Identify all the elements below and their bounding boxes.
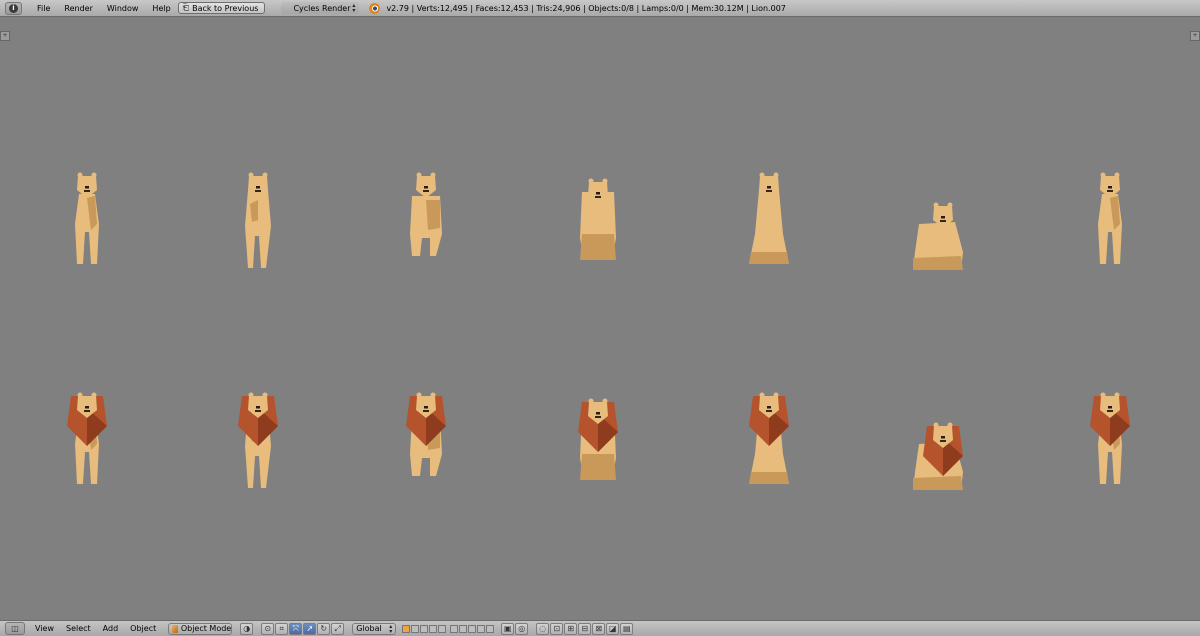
lion-figure-icon <box>406 392 446 476</box>
lioness-model-walking[interactable] <box>396 164 456 270</box>
lion-model-standing[interactable] <box>57 384 117 490</box>
lion-figure-icon <box>1090 392 1130 484</box>
layer-1-toggle[interactable] <box>402 624 411 633</box>
lion-figure-icon <box>1098 172 1122 264</box>
lion-model-crouching[interactable] <box>568 384 628 490</box>
transform-orientation-select[interactable]: Global ▴ ▾ <box>352 622 397 635</box>
layer-8-toggle[interactable] <box>468 624 477 633</box>
render-engine-value: Cycles Render <box>293 3 351 13</box>
info-icon: i <box>9 3 18 13</box>
lioness-model-standing[interactable] <box>57 164 117 270</box>
snap-align-icon[interactable]: ⊟ <box>578 622 592 635</box>
menu-render[interactable]: Render <box>57 4 99 13</box>
lioness-model-rearing[interactable] <box>228 164 288 270</box>
manipulator-toggle-icon[interactable]: ⤧ <box>289 622 303 635</box>
mode-value: Object Mode <box>180 624 232 633</box>
lion-figure-icon <box>75 172 99 264</box>
viewport-header: ◫ View Select Add Object Object Mode ◑ ⊙… <box>0 620 1200 636</box>
snap-toggle-icon[interactable]: ⊡ <box>550 622 564 635</box>
lion-figure-icon <box>749 172 789 264</box>
render-animation-icon[interactable]: ▤ <box>620 622 634 635</box>
lion-figure-icon <box>913 202 963 270</box>
snap-project-icon[interactable]: ⊠ <box>592 622 606 635</box>
translate-manipulator-icon[interactable]: ↗ <box>303 622 317 635</box>
updown-arrows-icon: ▴ ▾ <box>352 2 356 14</box>
layer-9-toggle[interactable] <box>477 624 486 633</box>
scene-stats: v2.79 | Verts:12,495 | Faces:12,453 | Tr… <box>386 3 786 13</box>
viewport-corner-widget-left[interactable]: + <box>0 31 10 41</box>
global-local-icon[interactable]: ◎ <box>515 622 529 635</box>
viewport-editor-type-button[interactable]: ◫ <box>5 622 25 635</box>
scale-manipulator-icon[interactable]: ⤢ <box>331 622 345 635</box>
layer-10-toggle[interactable] <box>486 624 495 633</box>
lion-figure-icon <box>67 392 107 484</box>
menu-help[interactable]: Help <box>145 4 177 13</box>
back-icon: ⎗ <box>182 3 190 12</box>
lion-figure-icon <box>913 422 963 490</box>
snap-target-icon[interactable]: ⊞ <box>564 622 578 635</box>
lion-model-lying[interactable] <box>907 394 967 500</box>
viewport-corner-widget-right[interactable]: + <box>1190 31 1200 41</box>
shading-mode-icon[interactable]: ◑ <box>240 622 254 635</box>
lion-figure-icon <box>578 398 618 480</box>
lion-figure-icon <box>749 392 789 484</box>
lion-model-standing[interactable] <box>1080 384 1140 490</box>
lioness-model-standing[interactable] <box>1080 164 1140 270</box>
lion-model-sitting[interactable] <box>739 384 799 490</box>
lion-model-rearing[interactable] <box>228 384 288 490</box>
menu-file[interactable]: File <box>30 4 57 13</box>
proportional-edit-icon[interactable]: ◌ <box>536 622 550 635</box>
lion-figure-icon <box>580 178 616 260</box>
view3d-icon: ◫ <box>11 624 19 633</box>
3d-viewport[interactable]: + + <box>0 17 1200 620</box>
lion-figure-icon <box>410 172 442 256</box>
info-header: i File Render Window Help ⎗ Back to Prev… <box>0 0 1200 17</box>
layer-6-toggle[interactable] <box>450 624 459 633</box>
layer-4-toggle[interactable] <box>429 624 438 633</box>
render-engine-select[interactable]: Cycles Render ▴ ▾ <box>281 2 360 14</box>
layer-3-toggle[interactable] <box>420 624 429 633</box>
lock-camera-icon[interactable]: ▣ <box>501 622 515 635</box>
lion-model-walking[interactable] <box>396 384 456 490</box>
layer-5-toggle[interactable] <box>438 624 447 633</box>
rotate-manipulator-icon[interactable]: ↻ <box>317 622 331 635</box>
menu-add[interactable]: Add <box>97 624 125 633</box>
layer-buttons[interactable] <box>402 624 495 633</box>
layer-2-toggle[interactable] <box>411 624 420 633</box>
updown-arrows-icon: ▴ ▾ <box>389 622 393 635</box>
render-image-icon[interactable]: ◪ <box>606 622 620 635</box>
snap-element-icon[interactable]: ⌗ <box>275 622 289 635</box>
menu-object[interactable]: Object <box>124 624 162 633</box>
menu-view[interactable]: View <box>29 624 60 633</box>
editor-type-button[interactable]: i <box>5 1 22 15</box>
lion-figure-icon <box>238 392 278 488</box>
blender-logo-icon <box>369 2 381 14</box>
object-cube-icon <box>172 624 178 633</box>
pivot-point-icon[interactable]: ⊙ <box>261 622 275 635</box>
back-to-previous-button[interactable]: ⎗ Back to Previous <box>177 2 266 14</box>
lioness-model-lying[interactable] <box>907 174 967 280</box>
layer-7-toggle[interactable] <box>459 624 468 633</box>
orientation-value: Global <box>356 624 382 633</box>
lioness-model-crouching[interactable] <box>568 164 628 270</box>
lion-figure-icon <box>245 172 271 268</box>
lioness-model-sitting[interactable] <box>739 164 799 270</box>
menu-select[interactable]: Select <box>60 624 97 633</box>
mode-select[interactable]: Object Mode <box>168 622 233 635</box>
menu-window[interactable]: Window <box>100 4 146 13</box>
back-to-previous-label: Back to Previous <box>192 3 259 13</box>
